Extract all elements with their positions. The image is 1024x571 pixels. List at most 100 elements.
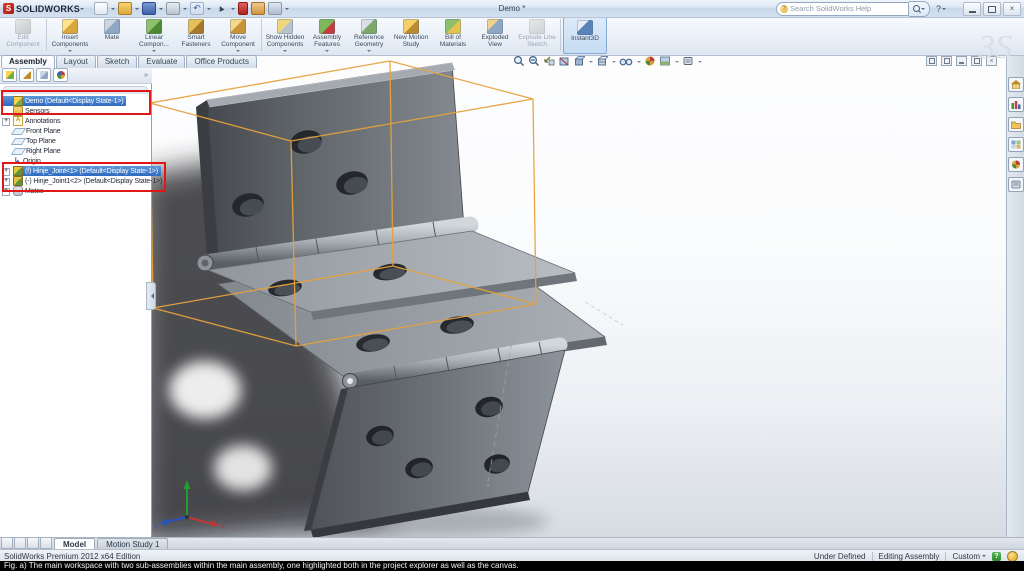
new-caret[interactable] <box>111 8 115 12</box>
tree-item-hinje-joint1-2[interactable]: + (-) Hinje_Joint1<2> (Default<Display S… <box>2 176 165 186</box>
expander-icon[interactable]: + <box>2 167 10 176</box>
tab-layout[interactable]: Layout <box>55 55 96 68</box>
display-style-icon[interactable] <box>596 55 608 67</box>
configurationmanager-tab[interactable] <box>36 68 51 82</box>
panel-splitter-handle[interactable] <box>146 282 156 310</box>
featuremanager-tree-tab[interactable] <box>2 68 17 82</box>
undo-icon[interactable]: ↶ <box>190 2 204 15</box>
design-library-icon[interactable] <box>1007 97 1024 112</box>
search-button[interactable] <box>908 0 930 17</box>
tree-item-front-plane[interactable]: Front Plane <box>10 126 64 136</box>
select-caret[interactable] <box>231 8 235 12</box>
search-scope-caret[interactable] <box>920 8 925 12</box>
help-menu[interactable]: ? <box>936 4 946 14</box>
tags-icon[interactable] <box>1007 550 1018 562</box>
apply-scene-icon[interactable] <box>659 55 671 67</box>
reference-geometry-caret[interactable] <box>367 49 371 54</box>
solidworks-resources-icon[interactable] <box>1007 77 1024 92</box>
view-settings-icon[interactable] <box>682 55 694 67</box>
rebuild-icon[interactable] <box>238 2 248 15</box>
new-document-icon[interactable] <box>94 2 108 15</box>
model-3d-view[interactable]: X Z <box>139 55 1007 545</box>
linear-component-caret[interactable] <box>152 49 156 54</box>
tab-scroll-next-button[interactable] <box>27 537 39 549</box>
view-orientation-icon[interactable] <box>573 55 585 67</box>
propertymanager-tab[interactable] <box>19 68 34 82</box>
tab-sketch[interactable]: Sketch <box>96 55 138 68</box>
graphics-area[interactable]: X Z × <box>139 55 1007 545</box>
print-icon[interactable] <box>166 2 180 15</box>
solidworks-logo-icon[interactable]: S <box>3 3 14 14</box>
hide-show-items-icon[interactable] <box>619 55 633 67</box>
doc-cascade-icon[interactable] <box>926 56 937 66</box>
hide-show-caret[interactable] <box>637 60 641 65</box>
tab-scroll-last-button[interactable] <box>40 537 52 549</box>
move-component-caret[interactable] <box>236 49 240 54</box>
reference-geometry-button[interactable]: Reference Geometry <box>348 17 390 54</box>
search-input[interactable] <box>787 2 908 15</box>
undo-caret[interactable] <box>207 8 211 12</box>
exploded-view-button[interactable]: Exploded View <box>474 17 516 49</box>
tree-item-hinje-joint-1[interactable]: + (f) Hinje_Joint<1> (Default<Display St… <box>2 166 161 176</box>
view-orientation-caret[interactable] <box>589 60 593 65</box>
tab-office-products[interactable]: Office Products <box>186 55 257 68</box>
expander-icon[interactable]: + <box>2 187 10 196</box>
assembly-features-button[interactable]: Assembly Features <box>306 17 348 54</box>
explode-line-sketch-button[interactable]: Explode Line Sketch <box>516 17 558 49</box>
section-view-icon[interactable] <box>558 55 570 67</box>
file-explorer-icon[interactable] <box>1007 117 1024 132</box>
appearances-scenes-icon[interactable] <box>1007 157 1024 172</box>
displaymanager-tab[interactable] <box>53 68 68 82</box>
minimize-button[interactable] <box>963 2 981 16</box>
restore-button[interactable] <box>983 2 1001 16</box>
insert-components-button[interactable]: Insert Components <box>49 17 91 54</box>
tree-item-top-plane[interactable]: Top Plane <box>10 136 59 146</box>
file-properties-icon[interactable] <box>268 2 282 15</box>
show-hidden-caret[interactable] <box>283 49 287 54</box>
zoom-to-fit-icon[interactable] <box>513 55 525 67</box>
linear-component-button[interactable]: Linear Compon... <box>133 17 175 54</box>
expander-icon[interactable]: + <box>2 117 10 126</box>
save-caret[interactable] <box>159 8 163 12</box>
open-icon[interactable] <box>118 2 132 15</box>
config-caret[interactable] <box>982 554 986 559</box>
edit-component-button[interactable]: Edit Component <box>2 17 44 49</box>
doc-minimize-button[interactable] <box>956 56 967 66</box>
view-palette-icon[interactable] <box>1007 137 1024 152</box>
assembly-features-caret[interactable] <box>325 49 329 54</box>
insert-components-caret[interactable] <box>68 49 72 54</box>
edit-appearance-icon[interactable] <box>644 55 656 67</box>
tree-item-sensors[interactable]: Sensors <box>2 106 53 116</box>
display-style-caret[interactable] <box>612 60 616 65</box>
move-component-button[interactable]: Move Component <box>217 17 259 54</box>
new-motion-study-button[interactable]: New Motion Study <box>390 17 432 49</box>
tree-item-origin[interactable]: ↳ Origin <box>13 156 44 166</box>
expander-icon[interactable]: + <box>2 177 10 186</box>
save-icon[interactable] <box>142 2 156 15</box>
tab-assembly[interactable]: Assembly <box>1 55 55 68</box>
mate-button[interactable]: Mate <box>91 17 133 42</box>
tree-item-right-plane[interactable]: Right Plane <box>10 146 64 156</box>
config-selector[interactable]: Custom <box>952 552 986 561</box>
help-caret[interactable] <box>942 8 946 12</box>
panel-overflow-chevron[interactable]: » <box>144 72 148 79</box>
zoom-to-area-icon[interactable] <box>528 55 540 67</box>
bill-of-materials-button[interactable]: Bill of Materials <box>432 17 474 49</box>
previous-view-icon[interactable] <box>543 55 555 67</box>
doc-tile-icon[interactable] <box>941 56 952 66</box>
custom-properties-icon[interactable] <box>1007 177 1024 192</box>
tree-item-annotations[interactable]: + A Annotations <box>2 116 63 126</box>
tree-item-demo-assembly[interactable]: Demo (Default<Display State-1>) <box>2 96 127 106</box>
props-caret[interactable] <box>285 8 289 12</box>
tree-item-mates[interactable]: + Mates <box>2 186 46 196</box>
close-button[interactable]: × <box>1003 2 1021 16</box>
quick-tips-icon[interactable]: ? <box>992 551 1001 561</box>
apply-scene-caret[interactable] <box>675 60 679 65</box>
menu-expand-caret[interactable] <box>80 8 84 12</box>
instant3d-button[interactable]: Instant3D <box>563 17 607 54</box>
open-caret[interactable] <box>135 8 139 12</box>
show-hidden-components-button[interactable]: Show Hidden Components <box>264 17 306 54</box>
tab-scroll-prev-button[interactable] <box>14 537 26 549</box>
print-caret[interactable] <box>183 8 187 12</box>
options-icon[interactable] <box>251 2 265 15</box>
